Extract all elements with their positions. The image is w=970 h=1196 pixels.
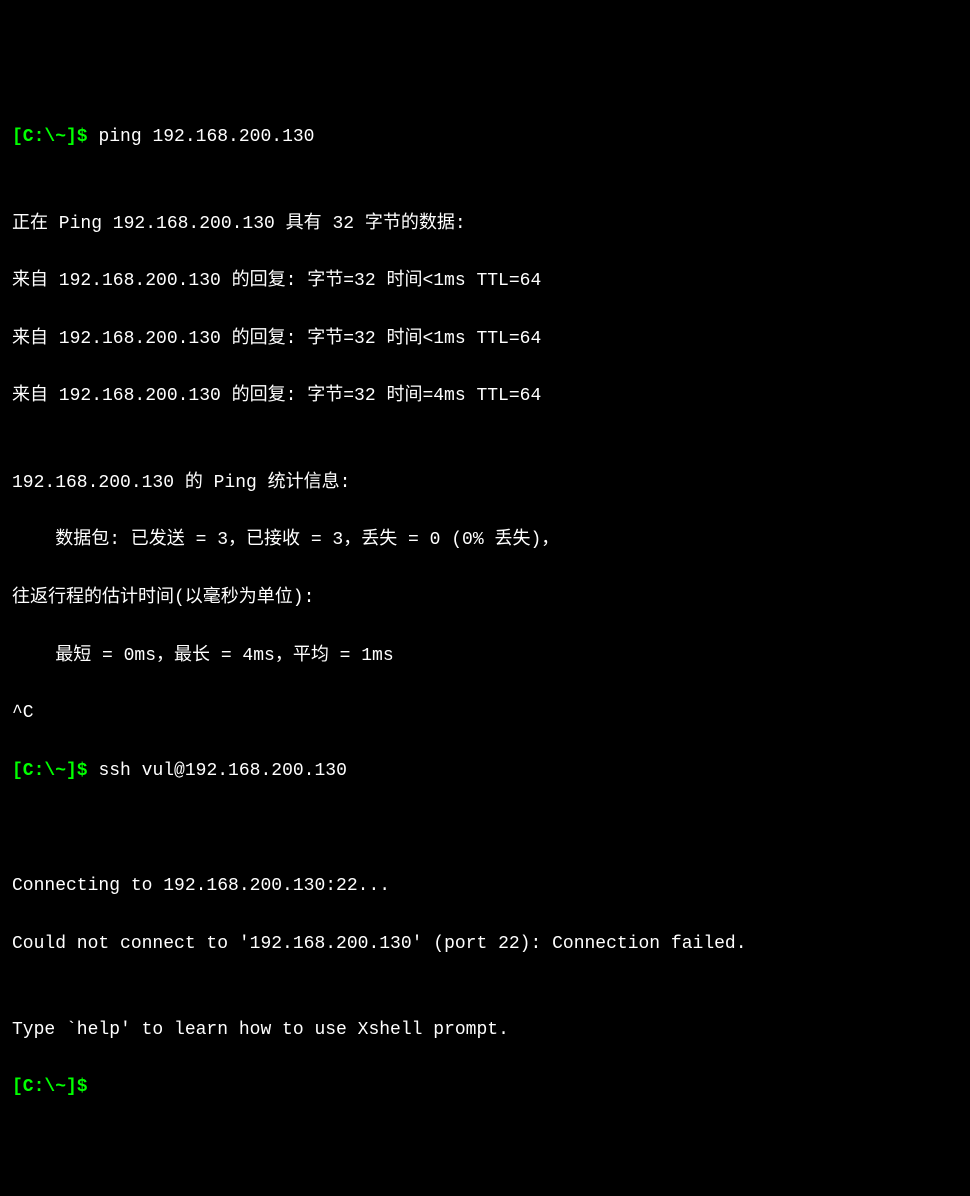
prompt-line-ssh: [C:\~]$ ssh vul@192.168.200.130 <box>12 757 958 786</box>
prompt-label: [C:\~]$ <box>12 1077 88 1097</box>
ssh-failed: Could not connect to '192.168.200.130' (… <box>12 930 958 959</box>
ssh-help: Type `help' to learn how to use Xshell p… <box>12 1016 958 1045</box>
ping-reply-2: 来自 192.168.200.130 的回复: 字节=32 时间<1ms TTL… <box>12 325 958 354</box>
ssh-command: ssh vul@192.168.200.130 <box>98 761 346 781</box>
prompt-line-ping: [C:\~]$ ping 192.168.200.130 <box>12 123 958 152</box>
prompt-label: [C:\~]$ <box>12 127 88 147</box>
ssh-connecting: Connecting to 192.168.200.130:22... <box>12 872 958 901</box>
ping-roundtrip-header: 往返行程的估计时间(以毫秒为单位): <box>12 584 958 613</box>
ping-roundtrip-stats: 最短 = 0ms，最长 = 4ms，平均 = 1ms <box>12 642 958 671</box>
ping-reply-3: 来自 192.168.200.130 的回复: 字节=32 时间=4ms TTL… <box>12 382 958 411</box>
ping-reply-1: 来自 192.168.200.130 的回复: 字节=32 时间<1ms TTL… <box>12 267 958 296</box>
ping-packets: 数据包: 已发送 = 3，已接收 = 3，丢失 = 0 (0% 丢失)， <box>12 526 958 555</box>
ping-header: 正在 Ping 192.168.200.130 具有 32 字节的数据: <box>12 210 958 239</box>
ping-stats-header: 192.168.200.130 的 Ping 统计信息: <box>12 469 958 498</box>
ping-command: ping 192.168.200.130 <box>98 127 314 147</box>
prompt-line-empty[interactable]: [C:\~]$ <box>12 1073 958 1102</box>
prompt-label: [C:\~]$ <box>12 761 88 781</box>
interrupt: ^C <box>12 699 958 728</box>
terminal-window[interactable]: [C:\~]$ ping 192.168.200.130 正在 Ping 192… <box>12 123 958 1102</box>
